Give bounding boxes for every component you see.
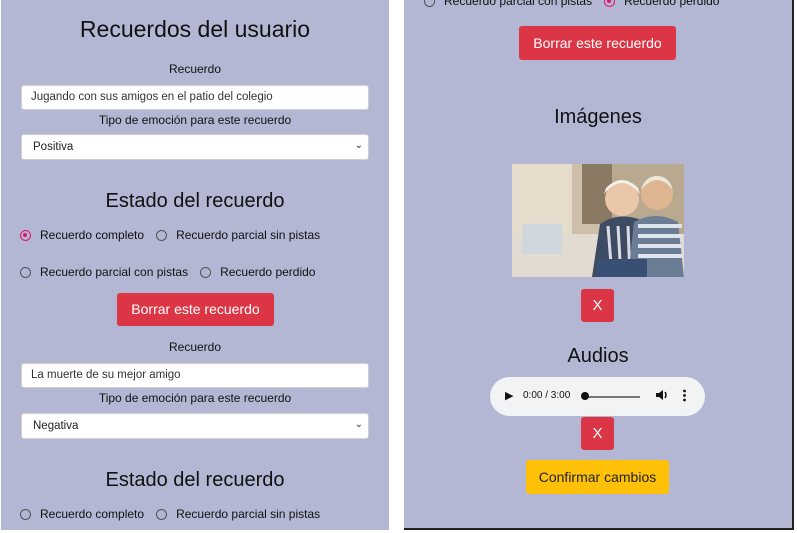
state-title: Estado del recuerdo <box>105 190 285 212</box>
radio-recuerdo-perdido[interactable] <box>604 0 616 7</box>
audios-title: Audios <box>567 345 629 367</box>
radio-label: Recuerdo completo <box>40 228 145 242</box>
radio-recuerdo-perdido[interactable] <box>200 266 212 278</box>
radio-label: Recuerdo parcial con pistas <box>444 0 593 8</box>
images-title: Imágenes <box>554 106 642 128</box>
delete-memory-button[interactable]: Borrar este recuerdo <box>519 26 676 60</box>
recuerdo-input[interactable]: La muerte de su mejor amigo <box>21 363 369 388</box>
radio-label: Recuerdo completo <box>40 507 145 521</box>
radio-recuerdo-parcial-sin-pistas[interactable] <box>156 229 168 241</box>
chevron-down-icon: ⌄ <box>354 140 363 151</box>
radio-row: Recuerdo completo Recuerdo parcial sin p… <box>20 228 320 242</box>
audio-progress-thumb[interactable] <box>581 392 589 400</box>
radio-recuerdo-parcial-sin-pistas[interactable] <box>156 508 168 520</box>
audio-progress-track[interactable] <box>584 396 640 398</box>
audio-player: ▶ 0:00 / 3:00 <box>490 377 705 416</box>
emotion-select[interactable]: Positiva ⌄ <box>21 134 369 160</box>
state-title: Estado del recuerdo <box>105 469 285 491</box>
memory-photo <box>512 164 684 277</box>
emotion-select-value: Negativa <box>33 420 79 432</box>
radio-label: Recuerdo perdido <box>220 265 316 279</box>
left-panel: Recuerdos del usuario Recuerdo Jugando c… <box>1 0 389 530</box>
play-icon[interactable]: ▶ <box>505 389 513 402</box>
delete-memory-button[interactable]: Borrar este recuerdo <box>117 293 274 326</box>
radio-recuerdo-completo[interactable] <box>20 508 31 520</box>
recuerdo-input[interactable]: Jugando con sus amigos en el patio del c… <box>21 85 369 110</box>
remove-image-button[interactable]: X <box>581 289 614 322</box>
emotion-select-value: Positiva <box>33 141 74 153</box>
page-title: Recuerdos del usuario <box>79 16 311 42</box>
right-panel: Recuerdo parcial con pistas Recuerdo per… <box>404 0 794 530</box>
radio-row: Recuerdo parcial con pistas Recuerdo per… <box>424 0 719 8</box>
more-vert-icon[interactable] <box>683 389 686 407</box>
emotion-label: Tipo de emoción para este recuerdo <box>98 113 292 127</box>
recuerdo-label: Recuerdo <box>168 62 222 76</box>
radio-label: Recuerdo parcial con pistas <box>40 265 189 279</box>
recuerdo-label: Recuerdo <box>168 340 222 354</box>
confirm-changes-button[interactable]: Confirmar cambios <box>526 460 669 494</box>
radio-row: Recuerdo parcial con pistas Recuerdo per… <box>20 265 315 279</box>
radio-label: Recuerdo parcial sin pistas <box>176 228 321 242</box>
radio-recuerdo-completo[interactable] <box>20 229 31 241</box>
audio-time: 0:00 / 3:00 <box>523 390 571 401</box>
remove-audio-button[interactable]: X <box>581 417 614 450</box>
emotion-label: Tipo de emoción para este recuerdo <box>98 391 292 405</box>
chevron-down-icon: ⌄ <box>354 419 363 430</box>
radio-label: Recuerdo perdido <box>624 0 720 8</box>
radio-row: Recuerdo completo Recuerdo parcial sin p… <box>20 507 320 521</box>
volume-icon[interactable] <box>655 388 669 407</box>
emotion-select[interactable]: Negativa ⌄ <box>21 413 369 439</box>
photo-image <box>512 164 684 277</box>
radio-label: Recuerdo parcial sin pistas <box>176 507 321 521</box>
radio-recuerdo-parcial-con-pistas[interactable] <box>20 266 31 278</box>
radio-recuerdo-parcial-con-pistas[interactable] <box>424 0 435 7</box>
